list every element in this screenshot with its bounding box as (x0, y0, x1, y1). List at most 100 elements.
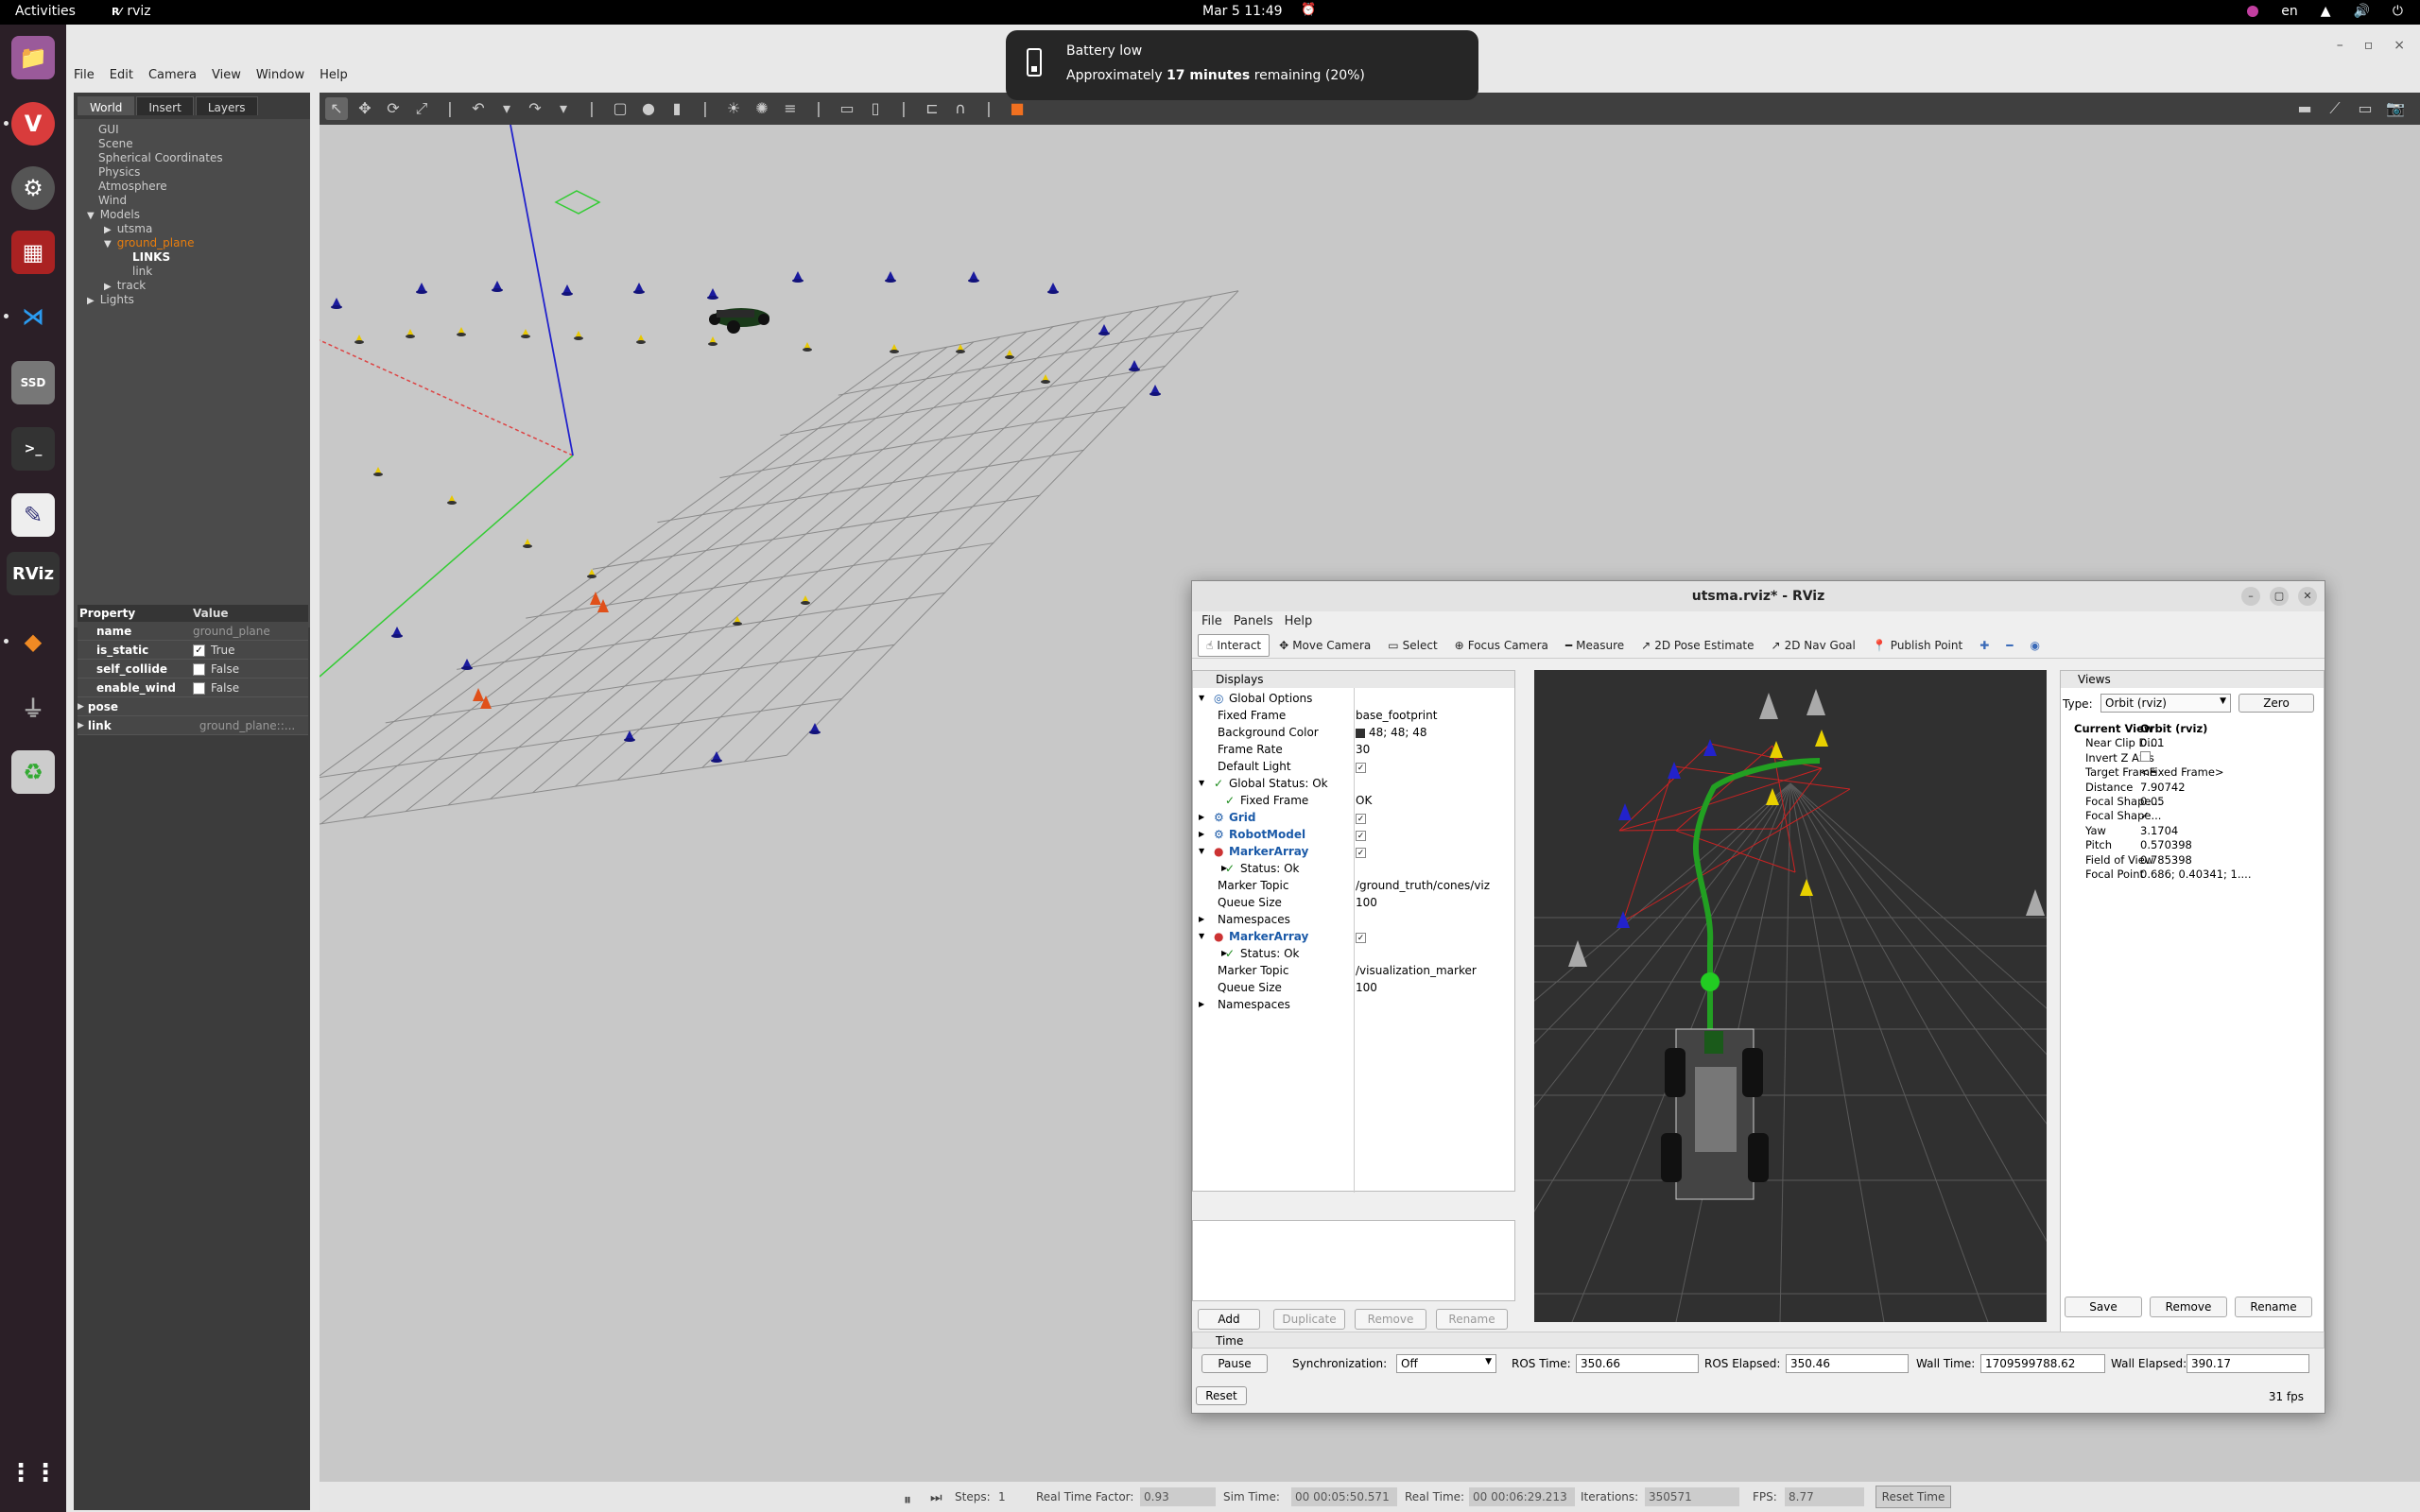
tool-move-camera[interactable]: ✥ Move Camera (1271, 635, 1378, 656)
toolbar-button[interactable]: ↷ (524, 97, 546, 120)
checkbox[interactable]: ✓ (193, 644, 205, 657)
save-button[interactable]: Save (2065, 1297, 2142, 1317)
minimize-icon[interactable]: – (2337, 38, 2343, 53)
view-prop-key[interactable]: Distance (2085, 781, 2133, 795)
clock[interactable]: Mar 5 11:49 (1202, 4, 1283, 19)
display-row[interactable]: Queue Size 100 (1193, 979, 1514, 996)
usb-icon[interactable]: ⏚ (11, 684, 55, 728)
vivaldi-icon[interactable]: V (4, 102, 55, 146)
tree-item[interactable]: GUI (98, 123, 119, 136)
tree-item[interactable]: link (132, 265, 152, 278)
toolbar-button[interactable]: ⊏ (921, 97, 943, 120)
menu-edit[interactable]: Edit (102, 64, 141, 87)
close-icon[interactable]: × (2394, 38, 2405, 53)
view-prop-value[interactable] (2140, 750, 2151, 762)
tree-item[interactable]: LINKS (132, 250, 170, 264)
tree-item[interactable]: Atmosphere (98, 180, 167, 193)
battery-notification[interactable]: Battery low Approximately 17 minutes rem… (1006, 30, 1478, 100)
rviz-menu-help[interactable]: Help (1279, 611, 1319, 632)
rename-view-button[interactable]: Rename (2235, 1297, 2312, 1317)
expand-arrow-icon[interactable]: ▼ (87, 211, 95, 221)
property-row[interactable]: self_collide False (78, 660, 308, 679)
display-row[interactable]: Queue Size 100 (1193, 894, 1514, 911)
files-icon[interactable]: 📁 (11, 36, 55, 79)
checkbox[interactable]: ✓ (1356, 848, 1366, 858)
tool-focus-camera[interactable]: ⊕ Focus Camera (1447, 635, 1556, 656)
display-row[interactable]: Background Color 48; 48; 48 (1193, 724, 1514, 741)
property-row[interactable]: name ground_plane (78, 622, 308, 641)
view-type-select[interactable]: Orbit (rviz) ▼ (2100, 694, 2231, 713)
rviz-menu-panels[interactable]: Panels (1228, 611, 1279, 632)
tool-measure[interactable]: ━ Measure (1558, 635, 1632, 656)
display-row[interactable]: Fixed Frame base_footprint (1193, 707, 1514, 724)
reset-button[interactable]: Reset (1196, 1386, 1247, 1405)
toolbar-button[interactable]: 📷 (2384, 97, 2407, 120)
checkbox[interactable]: ✓ (1356, 763, 1366, 773)
display-row[interactable]: Default Light ✓ (1193, 758, 1514, 775)
display-row[interactable]: ▼ ● MarkerArray ✓ (1193, 843, 1514, 860)
expand-arrow-icon[interactable]: ▶ (104, 225, 112, 235)
tool-2d-pose-estimate[interactable]: ↗ 2D Pose Estimate (1634, 635, 1761, 656)
wall-time-field[interactable]: 1709599788.62 (1980, 1354, 2105, 1373)
steps-value[interactable]: 1 (998, 1490, 1006, 1503)
tree-item[interactable]: Spherical Coordinates (98, 151, 223, 164)
checkbox[interactable] (193, 682, 205, 695)
zero-button[interactable]: Zero (2238, 694, 2314, 713)
rviz-icon[interactable]: RViz (7, 552, 60, 595)
menu-camera[interactable]: Camera (141, 64, 204, 87)
expand-arrow-icon[interactable]: ▼ (1199, 843, 1204, 860)
system-tray[interactable]: en ▲ 🔊 ⏻ (2247, 4, 2403, 19)
tree-item[interactable]: ▼ Models (87, 208, 140, 221)
toolbar-button[interactable]: ▾ (552, 97, 575, 120)
expand-arrow-icon[interactable]: ▶ (1199, 996, 1204, 1013)
tab-world[interactable]: World (78, 96, 135, 115)
checkbox[interactable]: ✓ (1356, 814, 1366, 824)
tool-extra-icon[interactable]: ✚ (1972, 635, 1996, 656)
remove-button[interactable]: Remove (1355, 1309, 1426, 1330)
minimize-icon[interactable]: – (2241, 587, 2260, 606)
toolbar-button[interactable]: ↶ (467, 97, 490, 120)
terminal-icon[interactable]: >_ (11, 427, 55, 471)
tool-publish-point[interactable]: 📍 Publish Point (1865, 635, 1970, 656)
toolbar-button[interactable]: ▯ (864, 97, 887, 120)
menu-help[interactable]: Help (312, 64, 355, 87)
display-row[interactable]: ▶ ✓ Status: Ok (1193, 945, 1514, 962)
menu-file[interactable]: File (66, 64, 102, 87)
pause-button[interactable]: Pause (1201, 1354, 1268, 1373)
toolbar-button[interactable]: ✥ (354, 97, 376, 120)
expand-arrow-icon[interactable]: ▶ (1199, 911, 1204, 928)
display-row[interactable]: Marker Topic/ground_truth/cones/viz (1193, 877, 1514, 894)
tool-interact[interactable]: ☝ Interact (1198, 633, 1270, 657)
toolbar-button[interactable]: ■ (1006, 97, 1028, 120)
trash-icon[interactable]: ♻ (11, 750, 55, 794)
rename-button[interactable]: Rename (1436, 1309, 1508, 1330)
checkbox[interactable] (193, 663, 205, 676)
ssd-icon[interactable]: SSD (11, 361, 55, 404)
view-prop-value[interactable]: 0.785398 (2140, 853, 2192, 868)
toolbar-button[interactable]: ▾ (495, 97, 518, 120)
close-icon[interactable]: ✕ (2298, 587, 2317, 606)
tree-item[interactable]: Physics (98, 165, 140, 179)
toolbar-button[interactable]: ▬ (2293, 97, 2316, 120)
settings-icon[interactable]: ⚙ (11, 166, 55, 210)
toolbar-button[interactable]: ⟋ (2324, 97, 2346, 120)
view-prop-value[interactable]: 0.686; 0.40341; 1.... (2140, 868, 2251, 882)
property-row[interactable]: ▶ pose (78, 697, 308, 716)
tree-item[interactable]: Wind (98, 194, 127, 207)
tab-layers[interactable]: Layers (195, 96, 258, 115)
tree-item[interactable]: ▶ track (104, 279, 146, 292)
expand-arrow-icon[interactable]: ▼ (1199, 775, 1204, 792)
app-icon[interactable]: ▦ (11, 231, 55, 274)
add-button[interactable]: Add (1198, 1309, 1260, 1330)
tree-item[interactable]: Scene (98, 137, 133, 150)
maximize-icon[interactable]: ▫ (2364, 38, 2374, 53)
reset-time-button[interactable]: Reset Time (1876, 1486, 1951, 1508)
display-row[interactable]: Frame Rate 30 (1193, 741, 1514, 758)
editor-icon[interactable]: ✎ (11, 493, 55, 537)
toolbar-button[interactable]: ☀ (722, 97, 745, 120)
display-row[interactable]: ▶ Namespaces (1193, 996, 1514, 1013)
view-prop-key[interactable]: Focal Point (2085, 868, 2144, 882)
view-prop-key[interactable]: Focal Shape... (2085, 809, 2161, 823)
expand-arrow-icon[interactable]: ▼ (104, 239, 112, 249)
display-row[interactable]: ▶ Namespaces (1193, 911, 1514, 928)
